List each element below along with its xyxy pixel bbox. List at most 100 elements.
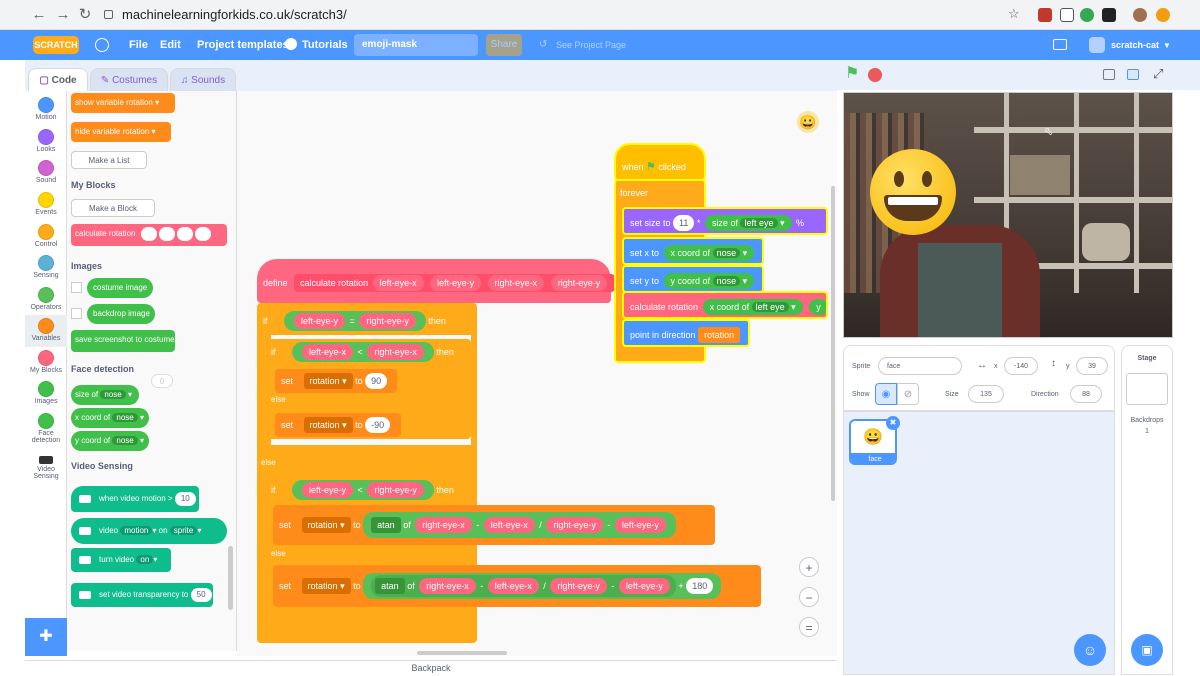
update-icon[interactable] <box>1156 8 1170 22</box>
category-face-detection[interactable]: Face detection <box>25 410 67 448</box>
category-my-blocks[interactable]: My Blocks <box>25 347 67 379</box>
zotero-icon[interactable] <box>1102 8 1116 22</box>
add-backdrop-button[interactable]: ▣ <box>1131 634 1163 666</box>
category-sensing[interactable]: Sensing <box>25 252 67 284</box>
hide-variable-block[interactable]: hide variable rotation ▾ <box>71 122 171 142</box>
set-video-transparency-block[interactable]: set video transparency to 50 <box>71 583 213 607</box>
file-menu[interactable]: File <box>129 30 148 60</box>
set-rotation-neg90[interactable]: set rotation ▾ to -90 <box>275 413 401 437</box>
tab-code[interactable]: ▢ Code <box>28 68 88 91</box>
when-flag-clicked-block[interactable]: when ⚑ clicked <box>614 143 706 181</box>
user-menu[interactable]: scratch-cat <box>1111 30 1159 60</box>
back-icon[interactable]: ← <box>30 6 48 24</box>
show-eye-icon[interactable]: ◉ <box>875 383 897 405</box>
size-of-block[interactable]: size of nose ▾ <box>71 385 139 405</box>
profile-avatar[interactable] <box>1133 8 1147 22</box>
costume-image-block[interactable]: costume image <box>87 278 153 298</box>
lightbulb-icon <box>285 38 297 50</box>
x-position-input[interactable]: -140 <box>1004 357 1038 375</box>
stop-button[interactable] <box>868 68 882 82</box>
folder-icon[interactable] <box>1053 39 1067 50</box>
show-variable-block[interactable]: show variable rotation ▾ <box>71 93 175 113</box>
category-operators[interactable]: Operators <box>25 284 67 316</box>
set-rotation-atan-1[interactable]: set rotation ▾ to atan of right-eye-x - … <box>273 505 715 545</box>
when-video-motion-block[interactable]: when video motion > 10 <box>71 486 199 512</box>
flag-script[interactable]: when ⚑ clicked forever set size to 11 * … <box>614 143 828 363</box>
category-motion[interactable]: Motion <box>25 94 67 126</box>
turn-video-block[interactable]: turn video on ▾ <box>71 548 171 572</box>
category-events[interactable]: Events <box>25 189 67 221</box>
script-h-scrollbar[interactable] <box>417 651 507 655</box>
speaker-icon: ♫ <box>180 75 192 86</box>
tab-sounds[interactable]: ♫ Sounds <box>170 68 236 91</box>
set-size-block[interactable]: set size to 11 * size of left eye ▾ % <box>622 207 828 235</box>
small-stage-button[interactable] <box>1103 69 1115 80</box>
set-rotation-atan-2[interactable]: set rotation ▾ to atan of right-eye-x - … <box>273 565 761 607</box>
zero-input[interactable]: 0 <box>151 374 173 388</box>
palette-scrollbar[interactable] <box>228 546 233 610</box>
large-stage-button[interactable] <box>1127 69 1139 80</box>
emoji-sprite[interactable] <box>870 149 956 235</box>
category-looks[interactable]: Looks <box>25 126 67 158</box>
zoom-in-button[interactable]: + <box>799 557 819 577</box>
backdrop-image-block[interactable]: backdrop image <box>87 304 155 324</box>
script-v-scrollbar[interactable] <box>831 186 835 501</box>
project-templates-menu[interactable]: Project templates <box>197 30 289 60</box>
evernote-icon[interactable] <box>1080 8 1094 22</box>
star-icon[interactable]: ☆ <box>1008 7 1022 21</box>
point-direction-block[interactable]: point in direction rotation <box>622 319 750 347</box>
video-motion-reporter[interactable]: video motion ▾ on sprite ▾ <box>71 518 227 544</box>
sprite-name-input[interactable]: face <box>878 357 962 375</box>
costume-image-checkbox[interactable] <box>71 282 82 293</box>
edit-menu[interactable]: Edit <box>160 30 181 60</box>
show-label: Show <box>852 391 870 398</box>
calculate-rotation-call[interactable]: calculate rotation x coord of left eye ▾… <box>622 291 828 319</box>
category-video-sensing[interactable]: Video Sensing <box>25 450 67 488</box>
save-screenshot-block[interactable]: save screenshot to costume <box>71 330 175 352</box>
make-list-button[interactable]: Make a List <box>71 151 147 169</box>
make-block-button[interactable]: Make a Block <box>71 199 155 217</box>
category-images[interactable]: Images <box>25 378 67 410</box>
y-coord-of-block[interactable]: y coord of nose ▾ <box>71 431 149 451</box>
see-project-page-link[interactable]: See Project Page <box>556 30 626 60</box>
extension-icon[interactable] <box>1038 8 1052 22</box>
tab-costumes[interactable]: ✎ Costumes <box>90 68 168 91</box>
scratch-logo[interactable]: SCRATCH <box>33 36 79 54</box>
fullscreen-icon[interactable]: ⤢ <box>1153 66 1163 82</box>
set-x-block[interactable]: set x to x coord of nose ▾ <box>622 237 764 265</box>
forward-icon[interactable]: → <box>54 6 72 24</box>
category-sound[interactable]: Sound <box>25 157 67 189</box>
pocket-icon[interactable] <box>1060 8 1074 22</box>
backpack[interactable]: Backpack <box>25 660 837 675</box>
calculate-rotation-block[interactable]: calculate rotation <box>71 224 227 246</box>
share-button[interactable]: Share <box>486 34 522 56</box>
category-variables[interactable]: Variables <box>25 315 67 347</box>
add-sprite-button[interactable]: ☺ <box>1074 634 1106 666</box>
x-coord-of-block[interactable]: x coord of nose ▾ <box>71 408 149 428</box>
stage-backdrop-thumb[interactable] <box>1126 373 1168 405</box>
zoom-reset-button[interactable]: = <box>799 617 819 637</box>
user-avatar[interactable] <box>1089 37 1105 53</box>
code-icon: ▢ <box>39 75 52 86</box>
set-y-block[interactable]: set y to y coord of nose ▾ <box>622 265 764 293</box>
y-position-input[interactable]: 39 <box>1076 357 1108 375</box>
direction-input[interactable]: 88 <box>1070 385 1102 403</box>
reload-icon[interactable]: ↻ <box>76 6 94 24</box>
backdrop-image-checkbox[interactable] <box>71 308 82 319</box>
set-rotation-90[interactable]: set rotation ▾ to 90 <box>275 369 397 393</box>
globe-icon[interactable] <box>95 38 109 52</box>
stage-canvas[interactable]: ⬁ <box>843 92 1173 338</box>
category-control[interactable]: Control <box>25 221 67 253</box>
horizontal-arrows-icon: ↔ <box>977 360 987 371</box>
tutorials-menu[interactable]: Tutorials <box>302 30 348 60</box>
size-input[interactable]: 135 <box>968 385 1004 403</box>
add-extension-button[interactable]: ✚ <box>25 618 67 656</box>
hide-eye-icon[interactable]: ⊘ <box>897 383 919 405</box>
green-flag-button[interactable]: ⚑ <box>845 66 861 82</box>
address-bar[interactable]: machinelearningforkids.co.uk/scratch3/ <box>100 6 980 24</box>
face-detection-heading: Face detection <box>71 364 135 374</box>
project-title-input[interactable]: emoji-mask <box>354 34 478 56</box>
define-block[interactable]: define calculate rotation left-eye-x lef… <box>257 259 616 303</box>
zoom-out-button[interactable]: − <box>799 587 819 607</box>
delete-sprite-icon[interactable]: ✖ <box>886 416 900 430</box>
